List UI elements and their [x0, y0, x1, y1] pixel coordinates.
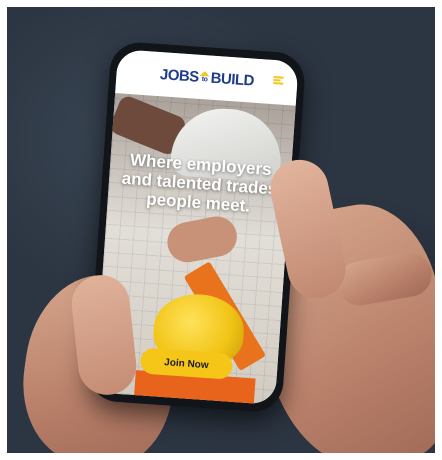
jobs-to-build-logo[interactable]: JOBS to BUILD	[159, 66, 254, 90]
hamburger-menu-icon[interactable]	[273, 76, 284, 85]
logo-to: to	[199, 70, 211, 84]
logo-to-text: to	[201, 76, 208, 84]
logo-jobs: JOBS	[159, 65, 200, 86]
hero-headline: Where employers and talented trades peop…	[121, 150, 278, 216]
handshake-image	[163, 213, 241, 266]
background-photo: Where employers and talented trades peop…	[7, 7, 435, 453]
logo-build: BUILD	[210, 69, 255, 90]
